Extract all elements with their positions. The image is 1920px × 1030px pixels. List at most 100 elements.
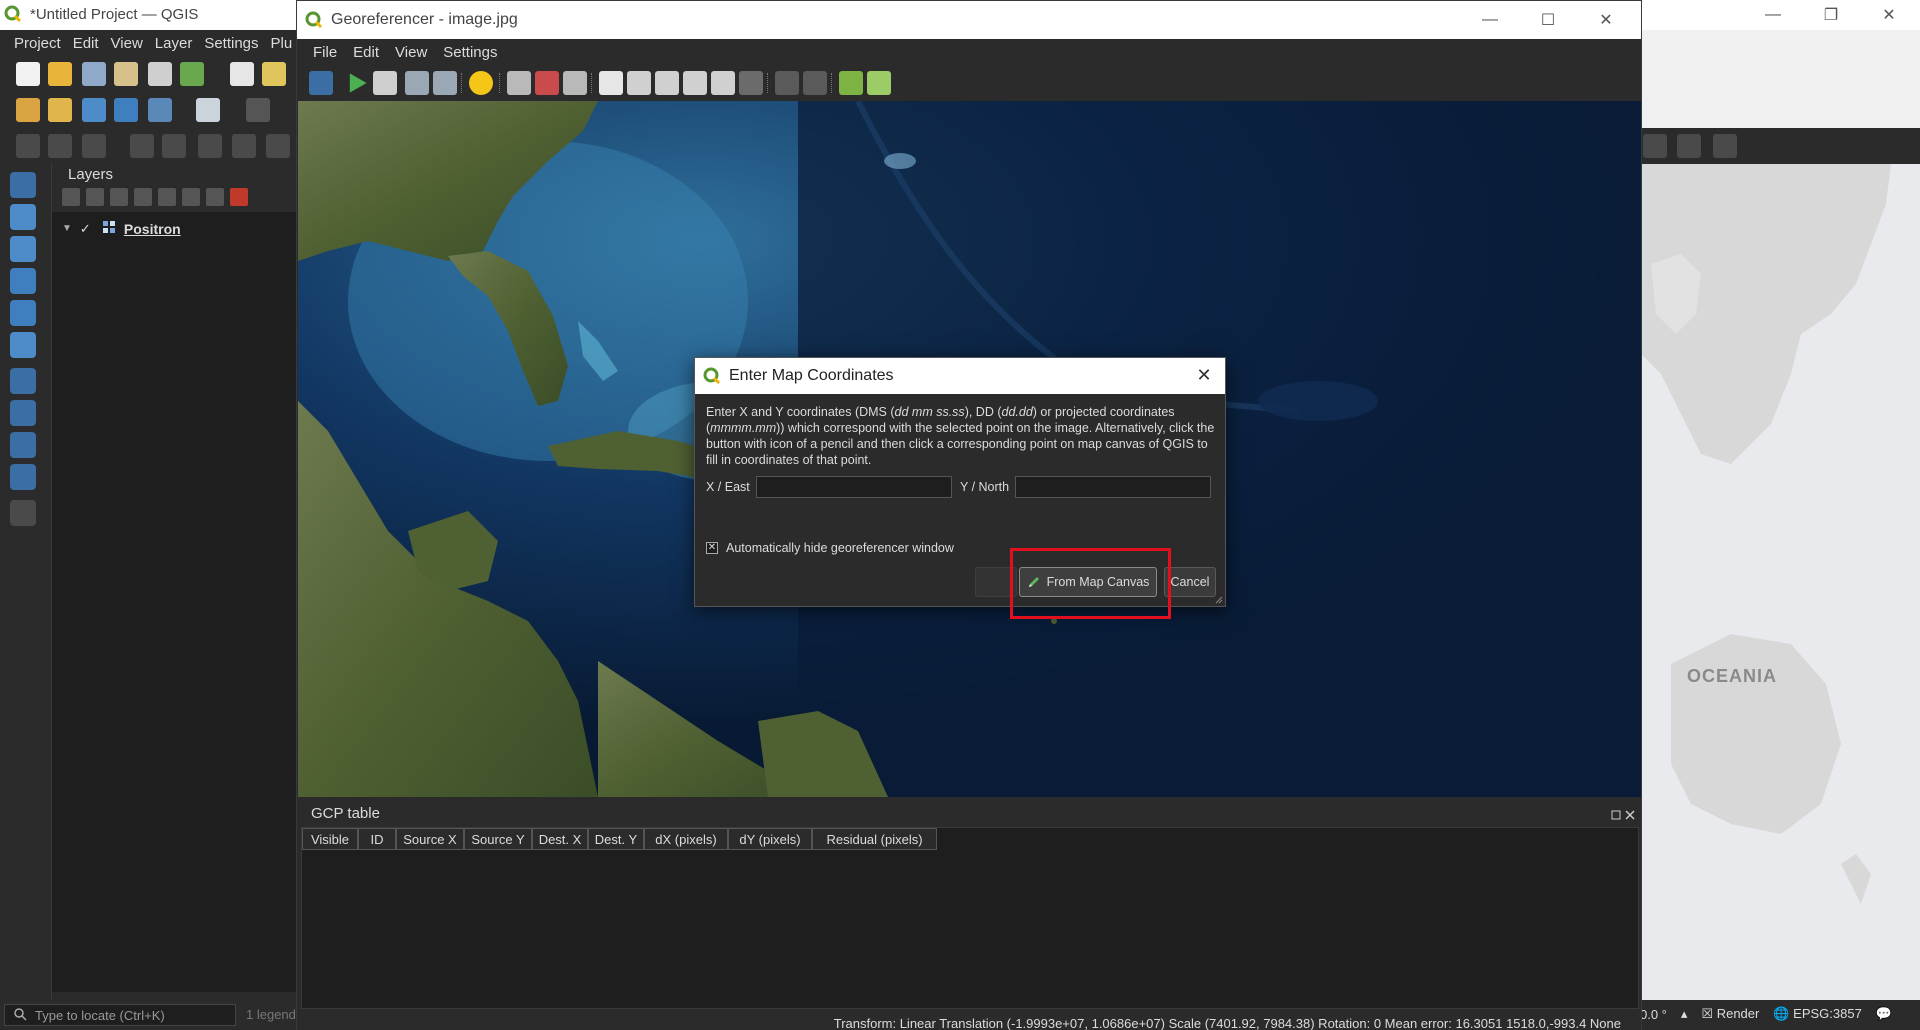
- pin-label-icon[interactable]: [1677, 134, 1701, 158]
- close-icon[interactable]: ✕: [1860, 0, 1918, 30]
- cut-features-icon[interactable]: [130, 134, 154, 158]
- add-raster-layer-icon[interactable]: [10, 236, 36, 262]
- open-raster-icon[interactable]: [309, 71, 333, 95]
- col-source-y[interactable]: Source Y: [464, 828, 532, 850]
- add-group-icon[interactable]: [86, 188, 104, 206]
- autohide-checkbox-row[interactable]: ✕ Automatically hide georeferencer windo…: [706, 541, 954, 555]
- crs-button[interactable]: 🌐 EPSG:3857: [1773, 1006, 1861, 1022]
- menu-file[interactable]: File: [305, 44, 345, 61]
- expand-arrow-icon[interactable]: ▼: [62, 223, 72, 234]
- menu-edit[interactable]: Edit: [345, 44, 387, 61]
- load-gcp-points-icon[interactable]: [405, 71, 429, 95]
- link-qgis-icon[interactable]: [803, 71, 827, 95]
- restore-icon[interactable]: ❐: [1802, 0, 1860, 30]
- close-icon[interactable]: ✕: [1193, 364, 1215, 386]
- full-histogram-stretch-icon[interactable]: [867, 71, 891, 95]
- print-layout-icon[interactable]: [148, 62, 172, 86]
- add-mesh-layer-icon[interactable]: [10, 268, 36, 294]
- new-shapefile-icon[interactable]: [82, 98, 106, 122]
- col-source-x[interactable]: Source X: [396, 828, 464, 850]
- add-wms-layer-icon[interactable]: [10, 400, 36, 426]
- autohide-checkbox[interactable]: ✕: [706, 542, 718, 554]
- layer-visibility-checkbox[interactable]: ✓: [80, 221, 94, 236]
- locator-search-input[interactable]: Type to locate (Ctrl+K): [4, 1004, 236, 1026]
- close-dock-icon[interactable]: [1625, 807, 1635, 820]
- gcp-table[interactable]: Visible ID Source X Source Y Dest. X Des…: [301, 827, 1639, 1009]
- open-project-icon[interactable]: [48, 62, 72, 86]
- maximize-icon[interactable]: ☐: [1519, 5, 1577, 35]
- label-tool-icon[interactable]: [1643, 134, 1667, 158]
- edit-pencil-icon[interactable]: [246, 98, 270, 122]
- filter-legend-icon[interactable]: [134, 188, 152, 206]
- col-residual[interactable]: Residual (pixels): [812, 828, 937, 850]
- filter-expression-icon[interactable]: [158, 188, 176, 206]
- zoom-next-icon[interactable]: [739, 71, 763, 95]
- virtual-layer-icon[interactable]: [148, 98, 172, 122]
- layer-row-positron[interactable]: ▼ ✓ Positron: [62, 220, 181, 237]
- add-database-layer-icon[interactable]: [10, 368, 36, 394]
- transformation-settings-icon[interactable]: [469, 71, 493, 95]
- remove-layer-icon[interactable]: [230, 188, 248, 206]
- menu-layer[interactable]: Layer: [149, 35, 199, 52]
- new-project-icon[interactable]: [16, 62, 40, 86]
- expand-all-icon[interactable]: [182, 188, 200, 206]
- add-point-layer-icon[interactable]: [10, 172, 36, 198]
- open-layer-styling-icon[interactable]: [62, 188, 80, 206]
- add-delimited-text-icon[interactable]: [10, 300, 36, 326]
- select-icon[interactable]: [16, 134, 40, 158]
- cancel-button[interactable]: Cancel: [1164, 567, 1216, 597]
- spin-arrow-icon[interactable]: ▴: [1681, 1006, 1688, 1022]
- layer-name[interactable]: Positron: [124, 221, 181, 237]
- menu-view[interactable]: View: [387, 44, 435, 61]
- add-wcs-layer-icon[interactable]: [10, 464, 36, 490]
- new-geopackage-icon[interactable]: [48, 98, 72, 122]
- start-georeferencing-icon[interactable]: [349, 73, 367, 93]
- menu-settings[interactable]: Settings: [435, 44, 505, 61]
- menu-edit[interactable]: Edit: [67, 35, 105, 52]
- col-id[interactable]: ID: [358, 828, 396, 850]
- add-wfs-layer-icon[interactable]: [10, 432, 36, 458]
- local-histogram-stretch-icon[interactable]: [839, 71, 863, 95]
- vertex-tool-icon[interactable]: [82, 134, 106, 158]
- new-temp-layer-icon[interactable]: [10, 500, 36, 526]
- col-dest-x[interactable]: Dest. X: [532, 828, 588, 850]
- col-dx[interactable]: dX (pixels): [644, 828, 728, 850]
- add-virtual-layer-icon[interactable]: [10, 332, 36, 358]
- menu-settings[interactable]: Settings: [198, 35, 264, 52]
- zoom-out-icon[interactable]: [655, 71, 679, 95]
- collapse-all-icon[interactable]: [206, 188, 224, 206]
- minimize-icon[interactable]: —: [1461, 5, 1519, 35]
- render-checkbox[interactable]: ☒ Render: [1701, 1006, 1759, 1022]
- zoom-in-icon[interactable]: [627, 71, 651, 95]
- menu-view[interactable]: View: [105, 35, 149, 52]
- menu-project[interactable]: Project: [8, 35, 67, 52]
- show-hide-labels-icon[interactable]: [1713, 134, 1737, 158]
- pan-to-selection-icon[interactable]: [262, 62, 286, 86]
- messages-icon[interactable]: 💬: [1876, 1006, 1892, 1022]
- add-point-icon[interactable]: [507, 71, 531, 95]
- undo-icon[interactable]: [232, 134, 256, 158]
- style-manager-icon[interactable]: [180, 62, 204, 86]
- generate-gdal-script-icon[interactable]: [373, 71, 397, 95]
- vector-v-icon[interactable]: [196, 98, 220, 122]
- float-dock-icon[interactable]: [1611, 807, 1621, 820]
- move-gcp-point-icon[interactable]: [563, 71, 587, 95]
- save-project-icon[interactable]: [82, 62, 106, 86]
- col-visible[interactable]: Visible: [302, 828, 358, 850]
- y-north-input[interactable]: [1015, 476, 1212, 498]
- save-as-icon[interactable]: [114, 62, 138, 86]
- minimize-icon[interactable]: —: [1744, 0, 1802, 30]
- main-map-canvas[interactable]: OCEANIA: [1641, 164, 1920, 1000]
- digitize-icon[interactable]: [114, 98, 138, 122]
- rotation-value[interactable]: 0.0 °: [1640, 1007, 1667, 1022]
- redo-icon[interactable]: [266, 134, 290, 158]
- save-gcp-points-icon[interactable]: [433, 71, 457, 95]
- col-dest-y[interactable]: Dest. Y: [588, 828, 644, 850]
- col-dy[interactable]: dY (pixels): [728, 828, 812, 850]
- resize-grip-icon[interactable]: [1213, 594, 1223, 604]
- pan-hand-icon[interactable]: [230, 62, 254, 86]
- copy-features-icon[interactable]: [162, 134, 186, 158]
- menu-plugins[interactable]: Plu: [265, 35, 299, 52]
- paste-features-icon[interactable]: [198, 134, 222, 158]
- link-georeferencer-icon[interactable]: [775, 71, 799, 95]
